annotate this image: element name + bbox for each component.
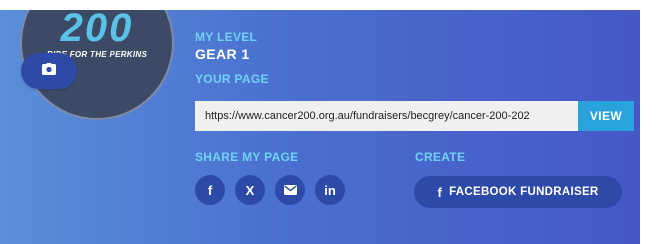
facebook-fundraiser-label: FACEBOOK FUNDRAISER [449, 186, 599, 198]
share-my-page-label: SHARE MY PAGE [195, 150, 299, 164]
your-page-label: YOUR PAGE [195, 72, 269, 86]
cancer200-logo: 200 [60, 10, 134, 50]
view-page-button[interactable]: VIEW [578, 101, 634, 131]
share-email-button[interactable] [275, 175, 305, 205]
change-photo-button[interactable] [21, 53, 77, 89]
share-x-button[interactable]: X [235, 175, 265, 205]
my-level-value: GEAR 1 [195, 46, 250, 62]
page-url-row: VIEW [195, 101, 634, 131]
page-url-field[interactable] [195, 101, 578, 131]
fundraiser-profile-panel: 200 RIDE FOR THE PERKINS MY LEVEL GEAR 1… [0, 10, 640, 244]
share-linkedin-button[interactable]: in [315, 175, 345, 205]
facebook-fundraiser-button[interactable]: f FACEBOOK FUNDRAISER [414, 176, 622, 208]
share-facebook-button[interactable]: f [195, 175, 225, 205]
camera-icon [42, 62, 56, 80]
linkedin-icon: in [324, 182, 336, 198]
email-icon [283, 183, 297, 198]
create-label: CREATE [415, 150, 466, 164]
x-icon: X [245, 182, 255, 198]
my-level-label: MY LEVEL [195, 30, 258, 44]
facebook-icon: f [437, 184, 443, 200]
facebook-icon: f [207, 182, 213, 198]
